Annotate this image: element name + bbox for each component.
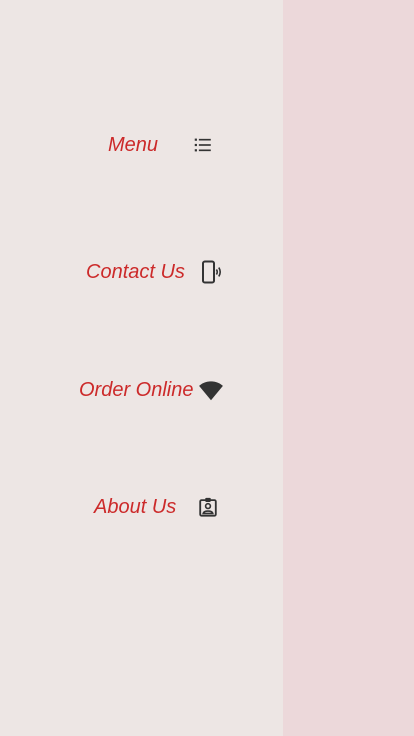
contact-badge-icon [195,494,221,520]
nav-item-label: About Us [94,495,177,518]
nav-item-contact-us[interactable]: Contact Us [86,254,224,290]
nav-drawer: Menu Contact Us Order Online About Us [0,0,283,736]
nav-item-label: Order Online [79,378,194,401]
nav-item-order-online[interactable]: Order Online [79,372,224,408]
list-icon [190,132,216,158]
nav-item-menu[interactable]: Menu [108,127,216,163]
drawer-scrim[interactable] [283,0,414,736]
nav-item-about-us[interactable]: About Us [94,489,221,525]
nav-item-label: Contact Us [86,260,185,283]
phone-ringing-icon [198,259,224,285]
wifi-icon [198,377,224,403]
nav-item-label: Menu [108,133,159,156]
